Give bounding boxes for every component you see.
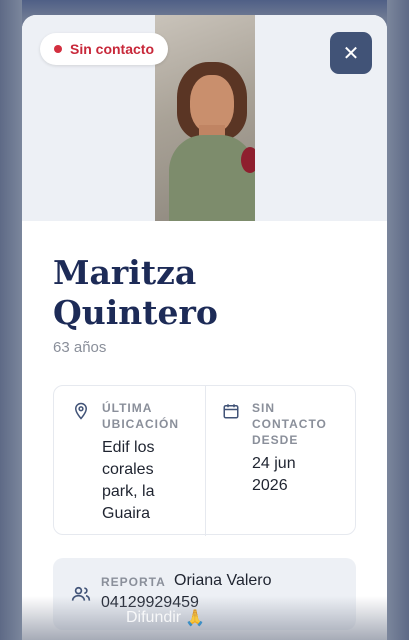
location-pin-icon: [74, 402, 88, 420]
praying-hands-icon: 🙏: [185, 610, 206, 627]
share-button[interactable]: Difundir 🙏: [126, 608, 205, 628]
no-contact-since-value: 24 jun 2026: [252, 455, 296, 494]
last-location-value: Edif los corales park, la Guaira: [102, 439, 155, 522]
last-location-label: ÚLTIMA UBICACIÓN: [102, 401, 179, 431]
share-label: Difundir: [126, 609, 182, 626]
calendar-icon: [223, 404, 239, 419]
person-card: Sin contacto ✕ Maritza Quintero 63 años …: [22, 15, 387, 640]
close-button[interactable]: ✕: [330, 32, 372, 74]
close-icon: ✕: [342, 42, 360, 65]
photo-header: Sin contacto ✕: [22, 15, 387, 221]
person-photo: [155, 15, 255, 221]
status-label: Sin contacto: [70, 41, 155, 57]
backdrop-left: [0, 0, 22, 640]
no-contact-since-label: SIN CONTACTO DESDE: [252, 401, 327, 447]
reporter-name: Oriana Valero: [174, 572, 272, 589]
person-age: 63 años: [53, 339, 107, 356]
person-first-name: Maritza: [53, 253, 197, 292]
reporter-label: REPORTA: [101, 575, 166, 589]
person-last-name: Quintero: [53, 293, 218, 332]
status-dot-icon: [54, 45, 62, 53]
backdrop-right: [387, 0, 409, 640]
person-name: Maritza Quintero: [53, 253, 353, 333]
status-badge: Sin contacto: [40, 33, 169, 65]
info-box: ÚLTIMA UBICACIÓN Edif los corales park, …: [53, 385, 356, 536]
